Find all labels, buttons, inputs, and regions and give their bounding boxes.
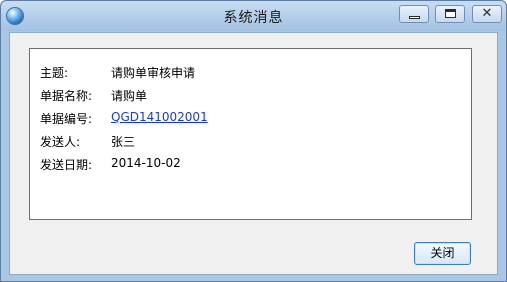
send-date-value: 2014-10-02 [111, 156, 181, 170]
minimize-icon [409, 16, 420, 19]
sender-label: 发送人: [40, 135, 81, 149]
document-number-link[interactable]: QGD141002001 [111, 110, 208, 124]
close-button[interactable]: 关闭 [414, 242, 471, 265]
maximize-button[interactable] [435, 5, 465, 23]
send-date-label: 发送日期: [40, 158, 93, 172]
dialog-body: 主题: 请购单审核申请 单据名称: 请购单 单据编号: QGD141002001… [9, 32, 498, 275]
maximize-icon [445, 9, 456, 18]
subject-value: 请购单审核申请 [111, 66, 196, 80]
minimize-button[interactable] [399, 5, 429, 23]
close-window-button[interactable]: ✕ [472, 5, 502, 23]
message-window: 系统消息 ✕ 主题: 请购单审核申请 单据名称: 请购单 单据编号: QGD14… [0, 0, 507, 282]
window-title: 系统消息 [223, 10, 284, 26]
message-details-panel: 主题: 请购单审核申请 单据名称: 请购单 单据编号: QGD141002001… [29, 48, 472, 220]
subject-label: 主题: [40, 66, 69, 80]
sender-value: 张三 [111, 135, 136, 149]
title-bar[interactable]: 系统消息 ✕ [1, 1, 506, 31]
document-name-value: 请购单 [111, 89, 148, 103]
document-name-label: 单据名称: [40, 89, 93, 103]
close-icon: ✕ [481, 6, 493, 21]
document-number-label: 单据编号: [40, 112, 93, 126]
